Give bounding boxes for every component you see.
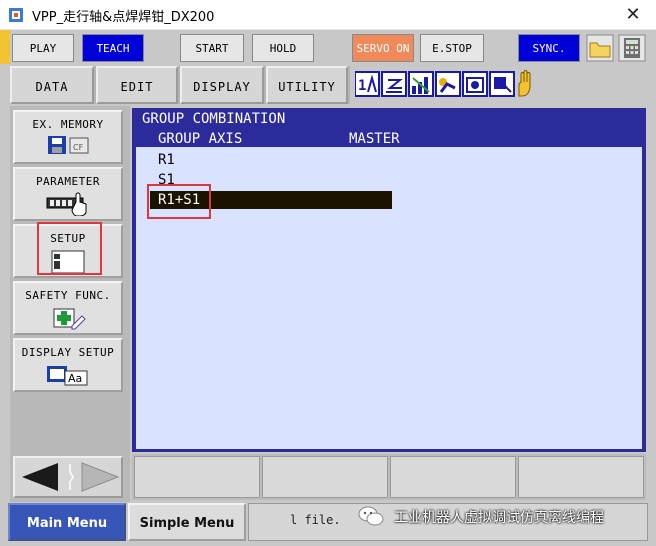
- calculator-icon[interactable]: [618, 34, 646, 62]
- app-icon: [9, 8, 23, 22]
- coordinate-icon: 1: [355, 71, 380, 97]
- hold-button[interactable]: HOLD: [252, 34, 314, 62]
- play-button[interactable]: PLAY: [12, 34, 74, 62]
- parameter-button[interactable]: PARAMETER: [13, 167, 123, 221]
- floppy-disk-icon: CF: [48, 136, 89, 154]
- column-master: MASTER: [349, 131, 400, 147]
- parameter-label: PARAMETER: [35, 175, 101, 188]
- hand-icon: [518, 70, 531, 97]
- annotation-box-r1-s1: [147, 184, 211, 219]
- arrow-right-icon[interactable]: [78, 461, 122, 493]
- window-title: VPP_走行轴&点焊焊钳_DX200: [32, 10, 215, 25]
- svg-text:CF: CF: [73, 143, 84, 152]
- start-button[interactable]: START: [180, 34, 244, 62]
- display-setup-label: DISPLAY SETUP: [21, 346, 115, 359]
- menu-utility[interactable]: UTILITY: [266, 66, 348, 104]
- svg-text:1: 1: [358, 78, 366, 94]
- page-title: GROUP COMBINATION: [142, 111, 286, 127]
- svg-text:Aa: Aa: [68, 372, 82, 385]
- annotation-box-setup: [37, 222, 102, 275]
- watermark-text: 工业机器人虚拟调试仿真离线编程: [394, 510, 604, 526]
- display-setup-button[interactable]: DISPLAY SETUP Aa: [13, 338, 123, 392]
- safety-cross-icon: [53, 308, 86, 330]
- display-setup-icon: Aa: [47, 366, 88, 386]
- camera-icon: [462, 71, 488, 97]
- safety-func-label: SAFETY FUNC.: [25, 289, 111, 302]
- folder-icon[interactable]: [586, 34, 614, 62]
- status-icons: 1: [355, 70, 531, 97]
- servo-on-button[interactable]: SERVO ON: [352, 34, 414, 62]
- edit-icon: [381, 71, 407, 97]
- cursor-icon: [489, 71, 515, 97]
- function-slot-2[interactable]: [262, 456, 388, 498]
- estop-button[interactable]: E.STOP: [420, 34, 484, 62]
- simple-menu-button[interactable]: Simple Menu: [128, 503, 246, 541]
- menu-edit[interactable]: EDIT: [96, 66, 178, 104]
- ex-memory-label: EX. MEMORY: [32, 118, 104, 131]
- close-icon[interactable]: ✕: [620, 2, 646, 28]
- parameter-icon: [46, 192, 87, 216]
- menu-display[interactable]: DISPLAY: [180, 66, 264, 104]
- robot-icon: [435, 71, 461, 97]
- arrow-left-icon[interactable]: [18, 461, 62, 493]
- function-slot-3[interactable]: [390, 456, 516, 498]
- safety-func-button[interactable]: SAFETY FUNC.: [13, 281, 123, 335]
- message-text: l file.: [290, 513, 341, 527]
- sync-button[interactable]: SYNC.: [518, 34, 580, 62]
- column-group-axis: GROUP AXIS: [158, 131, 243, 147]
- group-item-r1[interactable]: R1: [158, 152, 175, 168]
- main-menu-button[interactable]: Main Menu: [8, 503, 126, 541]
- wechat-icon: [358, 506, 384, 526]
- mode-indicator: [0, 30, 10, 64]
- signal-level-icon: [408, 71, 434, 97]
- ex-memory-button[interactable]: EX. MEMORY CF: [13, 110, 123, 164]
- separator-icon: [69, 464, 74, 490]
- teach-button[interactable]: TEACH: [82, 34, 144, 62]
- function-slot-1[interactable]: [134, 456, 260, 498]
- function-slot-4[interactable]: [518, 456, 644, 498]
- menu-data[interactable]: DATA: [10, 66, 94, 104]
